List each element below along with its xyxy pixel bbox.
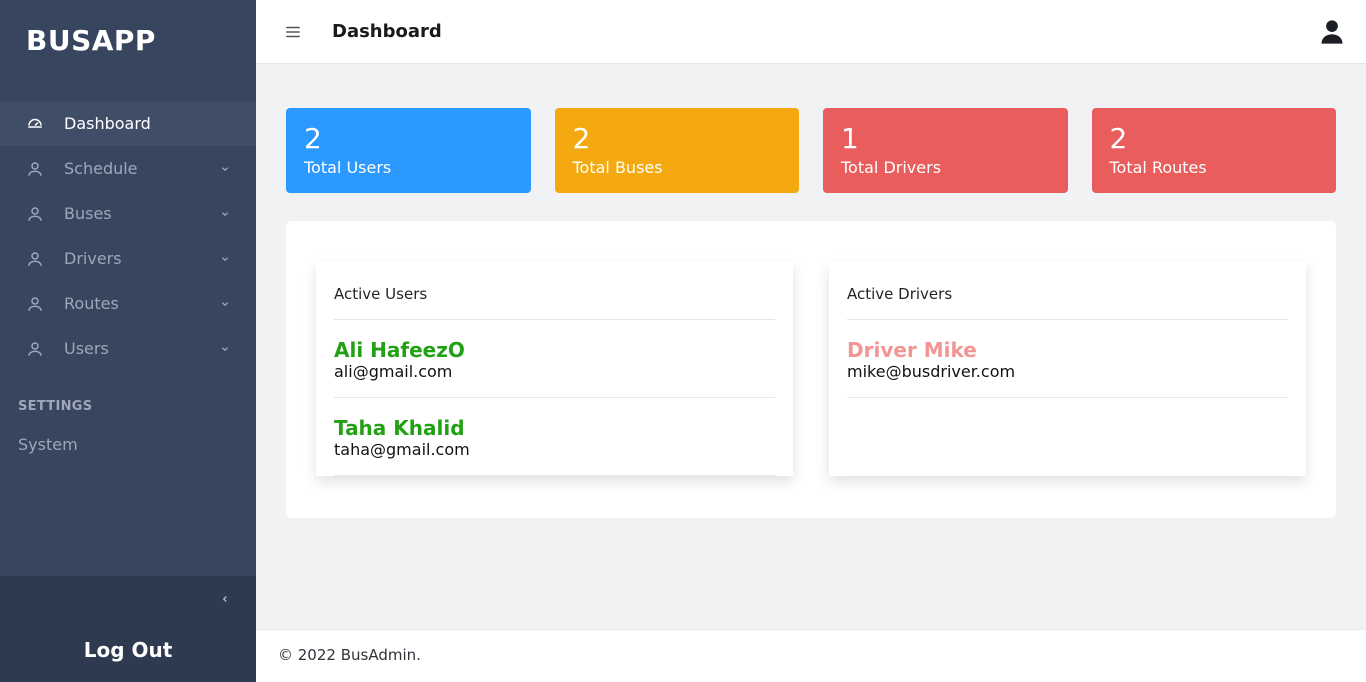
sidebar-nav: Dashboard Schedule Buses: [0, 83, 256, 576]
driver-email: mike@busdriver.com: [847, 362, 1288, 381]
user-icon: [26, 205, 44, 223]
stat-card-buses[interactable]: 2 Total Buses: [555, 108, 800, 193]
stats-row: 2 Total Users 2 Total Buses 1 Total Driv…: [286, 108, 1336, 193]
dashboard-icon: [26, 115, 44, 133]
user-icon: [26, 340, 44, 358]
stat-value: 1: [841, 122, 1050, 156]
stat-label: Total Drivers: [841, 158, 1050, 177]
stat-card-drivers[interactable]: 1 Total Drivers: [823, 108, 1068, 193]
sidebar: BUSAPP Dashboard Schedule: [0, 0, 256, 682]
sidebar-item-drivers[interactable]: Drivers: [0, 236, 256, 281]
active-drivers-card: Active Drivers Driver Mike mike@busdrive…: [829, 261, 1306, 476]
page-title: Dashboard: [332, 21, 442, 42]
sidebar-item-routes[interactable]: Routes: [0, 281, 256, 326]
stat-value: 2: [304, 122, 513, 156]
sidebar-item-label: System: [18, 435, 78, 454]
menu-toggle-button[interactable]: [284, 23, 302, 41]
active-users-card: Active Users Ali HafeezO ali@gmail.com T…: [316, 261, 793, 476]
user-email: ali@gmail.com: [334, 362, 775, 381]
chevron-left-icon: [220, 589, 230, 608]
sidebar-item-label: Users: [64, 339, 109, 358]
logout-button[interactable]: Log Out: [0, 620, 256, 682]
brand: BUSAPP: [0, 0, 256, 83]
stat-label: Total Buses: [573, 158, 782, 177]
stat-value: 2: [573, 122, 782, 156]
stat-label: Total Routes: [1110, 158, 1319, 177]
footer: © 2022 BusAdmin.: [256, 629, 1366, 682]
sidebar-item-label: Buses: [64, 204, 112, 223]
sidebar-item-label: Dashboard: [64, 114, 151, 133]
stat-value: 2: [1110, 122, 1319, 156]
list-item[interactable]: Taha Khalid taha@gmail.com: [334, 398, 775, 476]
list-title: Active Drivers: [847, 283, 1288, 320]
sidebar-item-label: Routes: [64, 294, 119, 313]
stat-card-users[interactable]: 2 Total Users: [286, 108, 531, 193]
user-name: Ali HafeezO: [334, 338, 775, 362]
stat-label: Total Users: [304, 158, 513, 177]
user-icon: [26, 295, 44, 313]
user-icon: [26, 160, 44, 178]
list-item[interactable]: Driver Mike mike@busdriver.com: [847, 320, 1288, 398]
chevron-down-icon: [220, 164, 230, 174]
sidebar-section-settings: SETTINGS: [0, 371, 256, 422]
user-name: Taha Khalid: [334, 416, 775, 440]
driver-name: Driver Mike: [847, 338, 1288, 362]
stat-card-routes[interactable]: 2 Total Routes: [1092, 108, 1337, 193]
sidebar-item-label: Schedule: [64, 159, 138, 178]
sidebar-item-dashboard[interactable]: Dashboard: [0, 101, 256, 146]
profile-button[interactable]: [1318, 18, 1346, 46]
chevron-down-icon: [220, 254, 230, 264]
user-icon: [26, 250, 44, 268]
sidebar-item-users[interactable]: Users: [0, 326, 256, 371]
main: Dashboard 2 Total Users 2 Total Buses 1 …: [256, 0, 1366, 682]
user-email: taha@gmail.com: [334, 440, 775, 459]
lists-panel: Active Users Ali HafeezO ali@gmail.com T…: [286, 221, 1336, 518]
list-item[interactable]: Ali HafeezO ali@gmail.com: [334, 320, 775, 398]
sidebar-item-schedule[interactable]: Schedule: [0, 146, 256, 191]
list-title: Active Users: [334, 283, 775, 320]
chevron-down-icon: [220, 344, 230, 354]
topbar: Dashboard: [256, 0, 1366, 64]
sidebar-collapse-button[interactable]: [0, 576, 256, 620]
sidebar-item-buses[interactable]: Buses: [0, 191, 256, 236]
content: 2 Total Users 2 Total Buses 1 Total Driv…: [256, 64, 1366, 629]
sidebar-item-label: Drivers: [64, 249, 122, 268]
chevron-down-icon: [220, 209, 230, 219]
chevron-down-icon: [220, 299, 230, 309]
sidebar-item-system[interactable]: System: [0, 422, 256, 467]
